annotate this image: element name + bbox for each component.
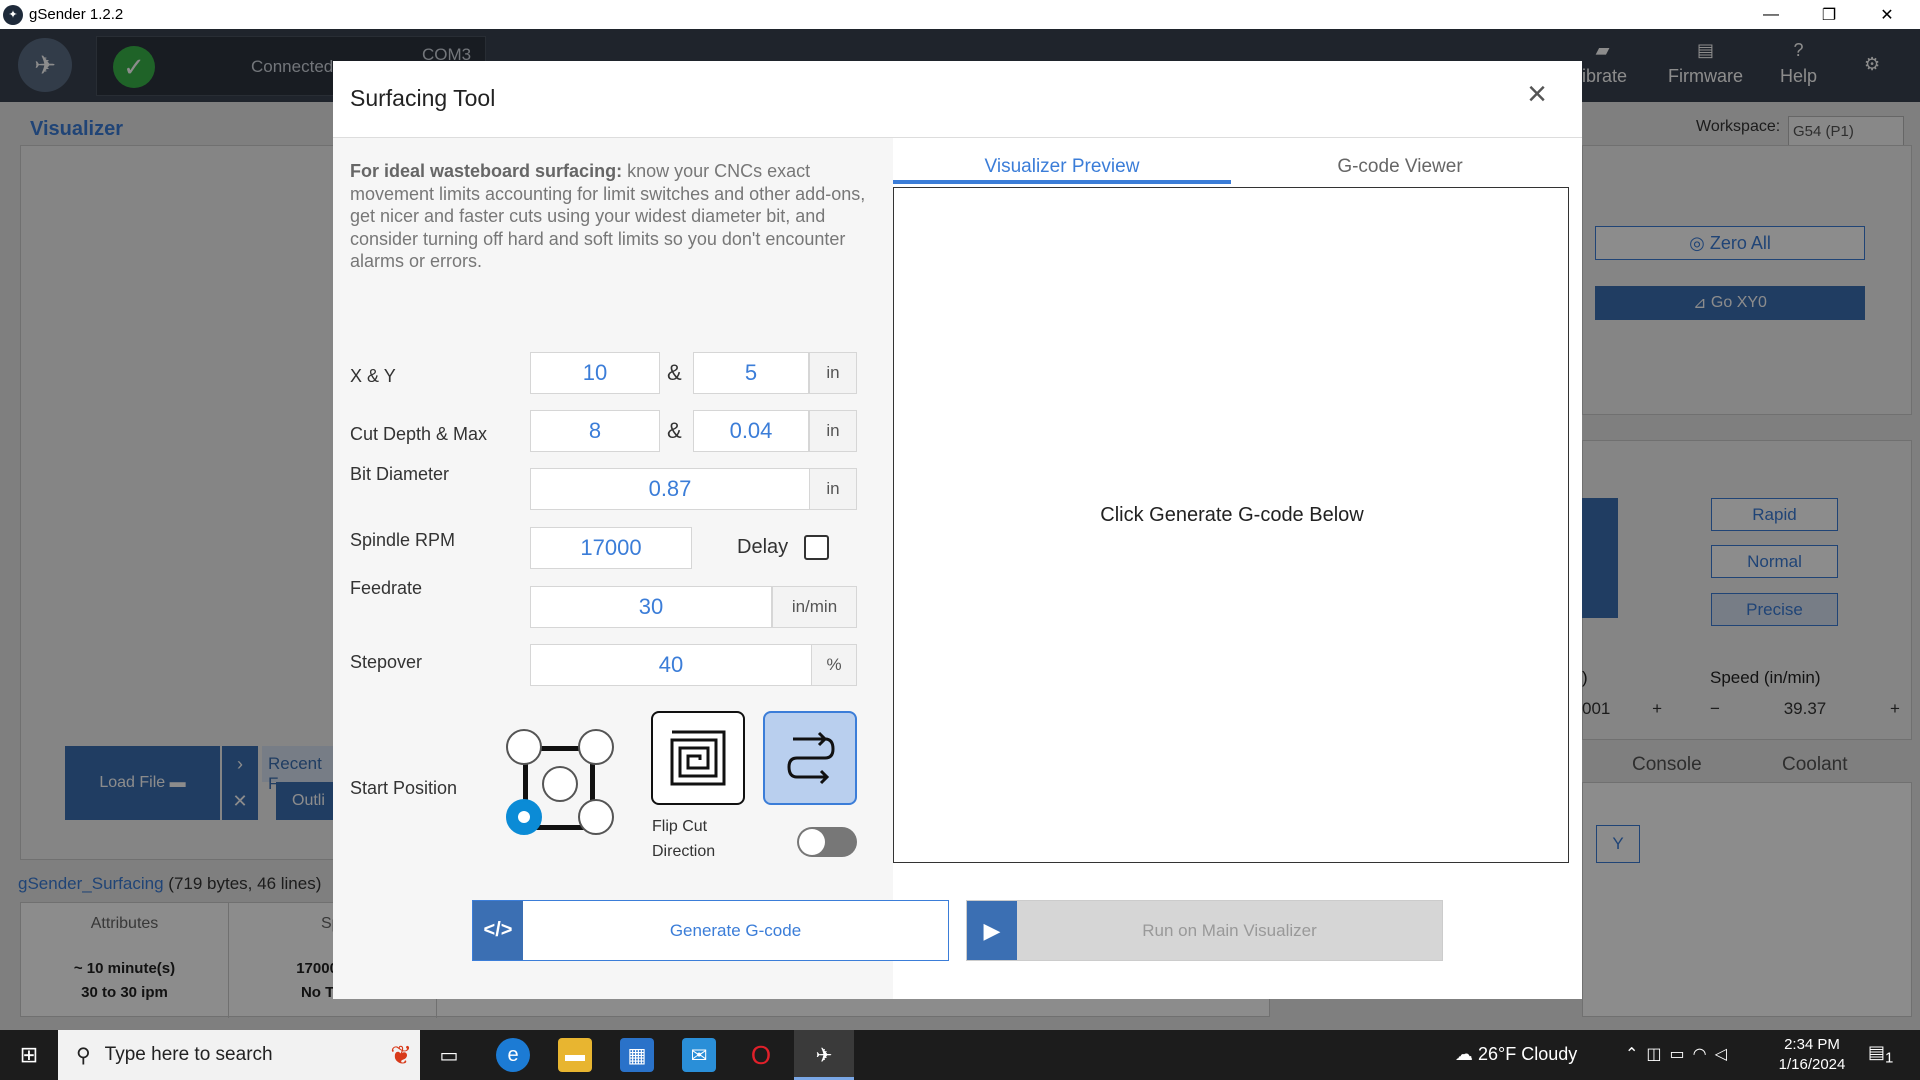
xy-separator: & xyxy=(667,360,682,385)
notification-count: 1 xyxy=(1885,1049,1894,1067)
cut-depth-label: Cut Depth & Max xyxy=(350,424,488,444)
start-center[interactable] xyxy=(542,766,578,802)
start-bottom-right[interactable] xyxy=(578,799,614,835)
taskbar-clock[interactable]: 2:34 PM 1/16/2024 xyxy=(1762,1035,1862,1075)
search-icon: ⚲ xyxy=(76,1044,91,1067)
notification-icon[interactable]: ▤1 xyxy=(1868,1042,1893,1067)
app-logo-icon: ✦ xyxy=(3,4,23,25)
bit-diameter-unit: in xyxy=(809,468,857,510)
cut-depth-unit: in xyxy=(809,410,857,452)
stepover-label: Stepover xyxy=(350,652,423,672)
preview-column: Visualizer Preview G-code Viewer Click G… xyxy=(893,138,1582,999)
edge-icon[interactable]: e xyxy=(496,1038,530,1072)
max-depth-input[interactable]: 0.04 xyxy=(693,410,809,452)
cloud-icon: ☁ xyxy=(1455,1044,1473,1064)
run-on-main-visualizer-label: Run on Main Visualizer xyxy=(1142,920,1317,940)
generate-gcode-label: Generate G-code xyxy=(669,920,802,940)
spiral-pattern-button[interactable] xyxy=(651,711,745,805)
feedrate-label: Feedrate xyxy=(350,578,423,598)
code-icon: </> xyxy=(473,901,523,960)
opera-icon[interactable]: O xyxy=(744,1038,778,1072)
cut-depth-separator: & xyxy=(667,418,682,443)
feedrate-unit: in/min xyxy=(772,586,857,628)
network-icon[interactable]: ◫ xyxy=(1646,1046,1669,1063)
zigzag-pattern-button[interactable] xyxy=(763,711,857,805)
delay-label: Delay xyxy=(737,536,789,558)
spindle-rpm-label: Spindle RPM xyxy=(350,530,456,550)
tab-visualizer-preview[interactable]: Visualizer Preview xyxy=(893,148,1231,184)
surfacing-tool-modal: Surfacing Tool × For ideal wasteboard su… xyxy=(333,61,1582,999)
feedrate-input[interactable]: 30 xyxy=(530,586,772,628)
volume-icon[interactable]: ◁ xyxy=(1715,1046,1735,1063)
run-on-main-visualizer-button[interactable]: ▶ Run on Main Visualizer xyxy=(966,900,1443,961)
windows-start-icon[interactable]: ⊞ xyxy=(0,1030,58,1080)
spindle-rpm-input[interactable]: 17000 xyxy=(530,527,692,569)
system-tray[interactable]: ⌃◫▭◠◁ xyxy=(1625,1044,1735,1064)
modal-close-icon[interactable]: × xyxy=(1520,77,1554,113)
start-bottom-left[interactable] xyxy=(506,799,542,835)
clock-time: 2:34 PM xyxy=(1784,1036,1840,1053)
start-position-label: Start Position xyxy=(350,778,458,798)
spiral-icon xyxy=(670,730,726,786)
wifi-icon[interactable]: ◠ xyxy=(1693,1046,1715,1063)
mail-icon[interactable]: ✉ xyxy=(682,1038,716,1072)
preview-area: Click Generate G-code Below xyxy=(893,187,1569,863)
weather-text: 26°F Cloudy xyxy=(1478,1044,1578,1064)
xy-label: X & Y xyxy=(350,366,396,386)
cut-depth-input[interactable]: 8 xyxy=(530,410,660,452)
delay-checkbox[interactable] xyxy=(804,535,829,560)
windows-taskbar: ⊞ ⚲ Type here to search ❦ ▭ e ▬ ▦ ✉ O ✈ … xyxy=(0,1030,1920,1080)
task-view-icon[interactable]: ▭ xyxy=(432,1038,466,1072)
window-title: gSender 1.2.2 xyxy=(29,6,124,23)
start-position-picker xyxy=(506,729,614,835)
modal-header: Surfacing Tool × xyxy=(333,61,1582,138)
flip-cut-label: Flip Cut Direction xyxy=(652,814,715,864)
chevron-up-icon[interactable]: ⌃ xyxy=(1625,1046,1646,1063)
intro-text: For ideal wasteboard surfacing: know you… xyxy=(350,160,870,273)
restore-button[interactable]: ❐ xyxy=(1800,0,1858,29)
bit-diameter-label: Bit Diameter xyxy=(350,464,450,484)
toggle-knob xyxy=(799,829,825,855)
y-input[interactable]: 5 xyxy=(693,352,809,394)
xy-unit: in xyxy=(809,352,857,394)
start-top-right[interactable] xyxy=(578,729,614,765)
file-explorer-icon[interactable]: ▬ xyxy=(558,1038,592,1072)
modal-title: Surfacing Tool xyxy=(350,85,496,111)
clock-date: 1/16/2024 xyxy=(1778,1056,1846,1073)
store-icon[interactable]: ▦ xyxy=(620,1038,654,1072)
title-bar: ✦ gSender 1.2.2 — ❐ ✕ xyxy=(0,0,1920,29)
minimize-button[interactable]: — xyxy=(1742,0,1800,29)
weather-widget[interactable]: ☁ 26°F Cloudy xyxy=(1455,1044,1577,1065)
bit-diameter-input[interactable]: 0.87 xyxy=(530,468,810,510)
preview-message: Click Generate G-code Below xyxy=(1100,504,1364,526)
taskbar-search[interactable]: ⚲ Type here to search ❦ xyxy=(58,1030,420,1080)
flip-cut-toggle[interactable] xyxy=(797,827,857,857)
search-placeholder: Type here to search xyxy=(104,1044,273,1065)
intro-bold: For ideal wasteboard surfacing: xyxy=(350,161,623,181)
generate-gcode-button[interactable]: </> Generate G-code xyxy=(472,900,949,961)
stepover-unit: % xyxy=(811,644,857,686)
gsender-taskbar-icon: ✈ xyxy=(815,1044,833,1067)
close-window-button[interactable]: ✕ xyxy=(1858,0,1916,29)
x-input[interactable]: 10 xyxy=(530,352,660,394)
start-top-left[interactable] xyxy=(506,729,542,765)
surfacing-settings: For ideal wasteboard surfacing: know you… xyxy=(333,138,893,999)
pepper-icon: ❦ xyxy=(390,1040,412,1070)
play-icon: ▶ xyxy=(967,901,1017,960)
battery-icon[interactable]: ▭ xyxy=(1670,1046,1693,1063)
tab-gcode-viewer[interactable]: G-code Viewer xyxy=(1231,148,1569,184)
flip-cut-label-line1: Flip Cut xyxy=(652,818,708,835)
flip-cut-label-line2: Direction xyxy=(652,843,716,860)
zigzag-icon xyxy=(787,731,835,785)
stepover-input[interactable]: 40 xyxy=(530,644,812,686)
